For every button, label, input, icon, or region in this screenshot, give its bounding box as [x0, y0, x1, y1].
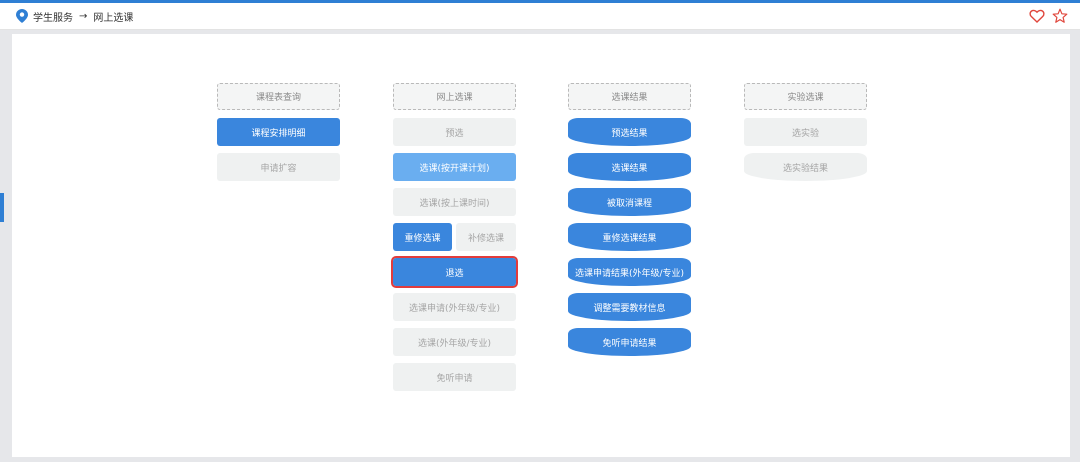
exempt-apply-button[interactable]: 免听申请	[393, 363, 516, 391]
select-by-time-button[interactable]: 选课(按上课时间)	[393, 188, 516, 216]
content-frame: 课程表查询 课程安排明细 申请扩容 网上选课 预选 选课(按开课计划) 选课(按…	[0, 30, 1080, 462]
preselect-button[interactable]: 预选	[393, 118, 516, 146]
breadcrumb-arrow-icon: →	[79, 10, 88, 22]
left-scroll-marker[interactable]	[0, 193, 4, 222]
lab-result-button[interactable]: 选实验结果	[744, 153, 867, 181]
cancelled-courses-button[interactable]: 被取消课程	[568, 188, 691, 216]
breadcrumb-current: 网上选课	[93, 12, 134, 24]
col3-header-button[interactable]: 选课结果	[568, 83, 691, 110]
col4-header-button[interactable]: 实验选课	[744, 83, 867, 110]
header-bar: 学生服务 → 网上选课	[0, 3, 1080, 30]
select-result-button[interactable]: 选课结果	[568, 153, 691, 181]
preselect-result-button[interactable]: 预选结果	[568, 118, 691, 146]
heart-icon[interactable]	[1029, 8, 1045, 24]
breadcrumb: 学生服务 → 网上选课	[16, 6, 133, 26]
location-pin-icon	[16, 9, 28, 23]
menu-panel: 课程表查询 课程安排明细 申请扩容 网上选课 预选 选课(按开课计划) 选课(按…	[12, 34, 1070, 457]
star-icon[interactable]	[1052, 8, 1068, 24]
select-other-grade-button[interactable]: 选课(外年级/专业)	[393, 328, 516, 356]
apply-expansion-button[interactable]: 申请扩容	[217, 153, 340, 181]
textbook-info-button[interactable]: 调整需要教材信息	[568, 293, 691, 321]
retake-result-button[interactable]: 重修选课结果	[568, 223, 691, 251]
select-by-plan-button[interactable]: 选课(按开课计划)	[393, 153, 516, 181]
col2-header-button[interactable]: 网上选课	[393, 83, 516, 110]
col1-header-button[interactable]: 课程表查询	[217, 83, 340, 110]
apply-other-grade-button[interactable]: 选课申请(外年级/专业)	[393, 293, 516, 321]
apply-result-other-grade-button[interactable]: 选课申请结果(外年级/专业)	[568, 258, 691, 286]
withdraw-button[interactable]: 退选	[391, 256, 518, 288]
breadcrumb-parent[interactable]: 学生服务	[33, 9, 73, 24]
select-lab-button[interactable]: 选实验	[744, 118, 867, 146]
retake-select-button[interactable]: 重修选课	[393, 223, 452, 251]
makeup-select-button[interactable]: 补修选课	[456, 223, 516, 251]
course-schedule-detail-button[interactable]: 课程安排明细	[217, 118, 340, 146]
exempt-result-button[interactable]: 免听申请结果	[568, 328, 691, 356]
